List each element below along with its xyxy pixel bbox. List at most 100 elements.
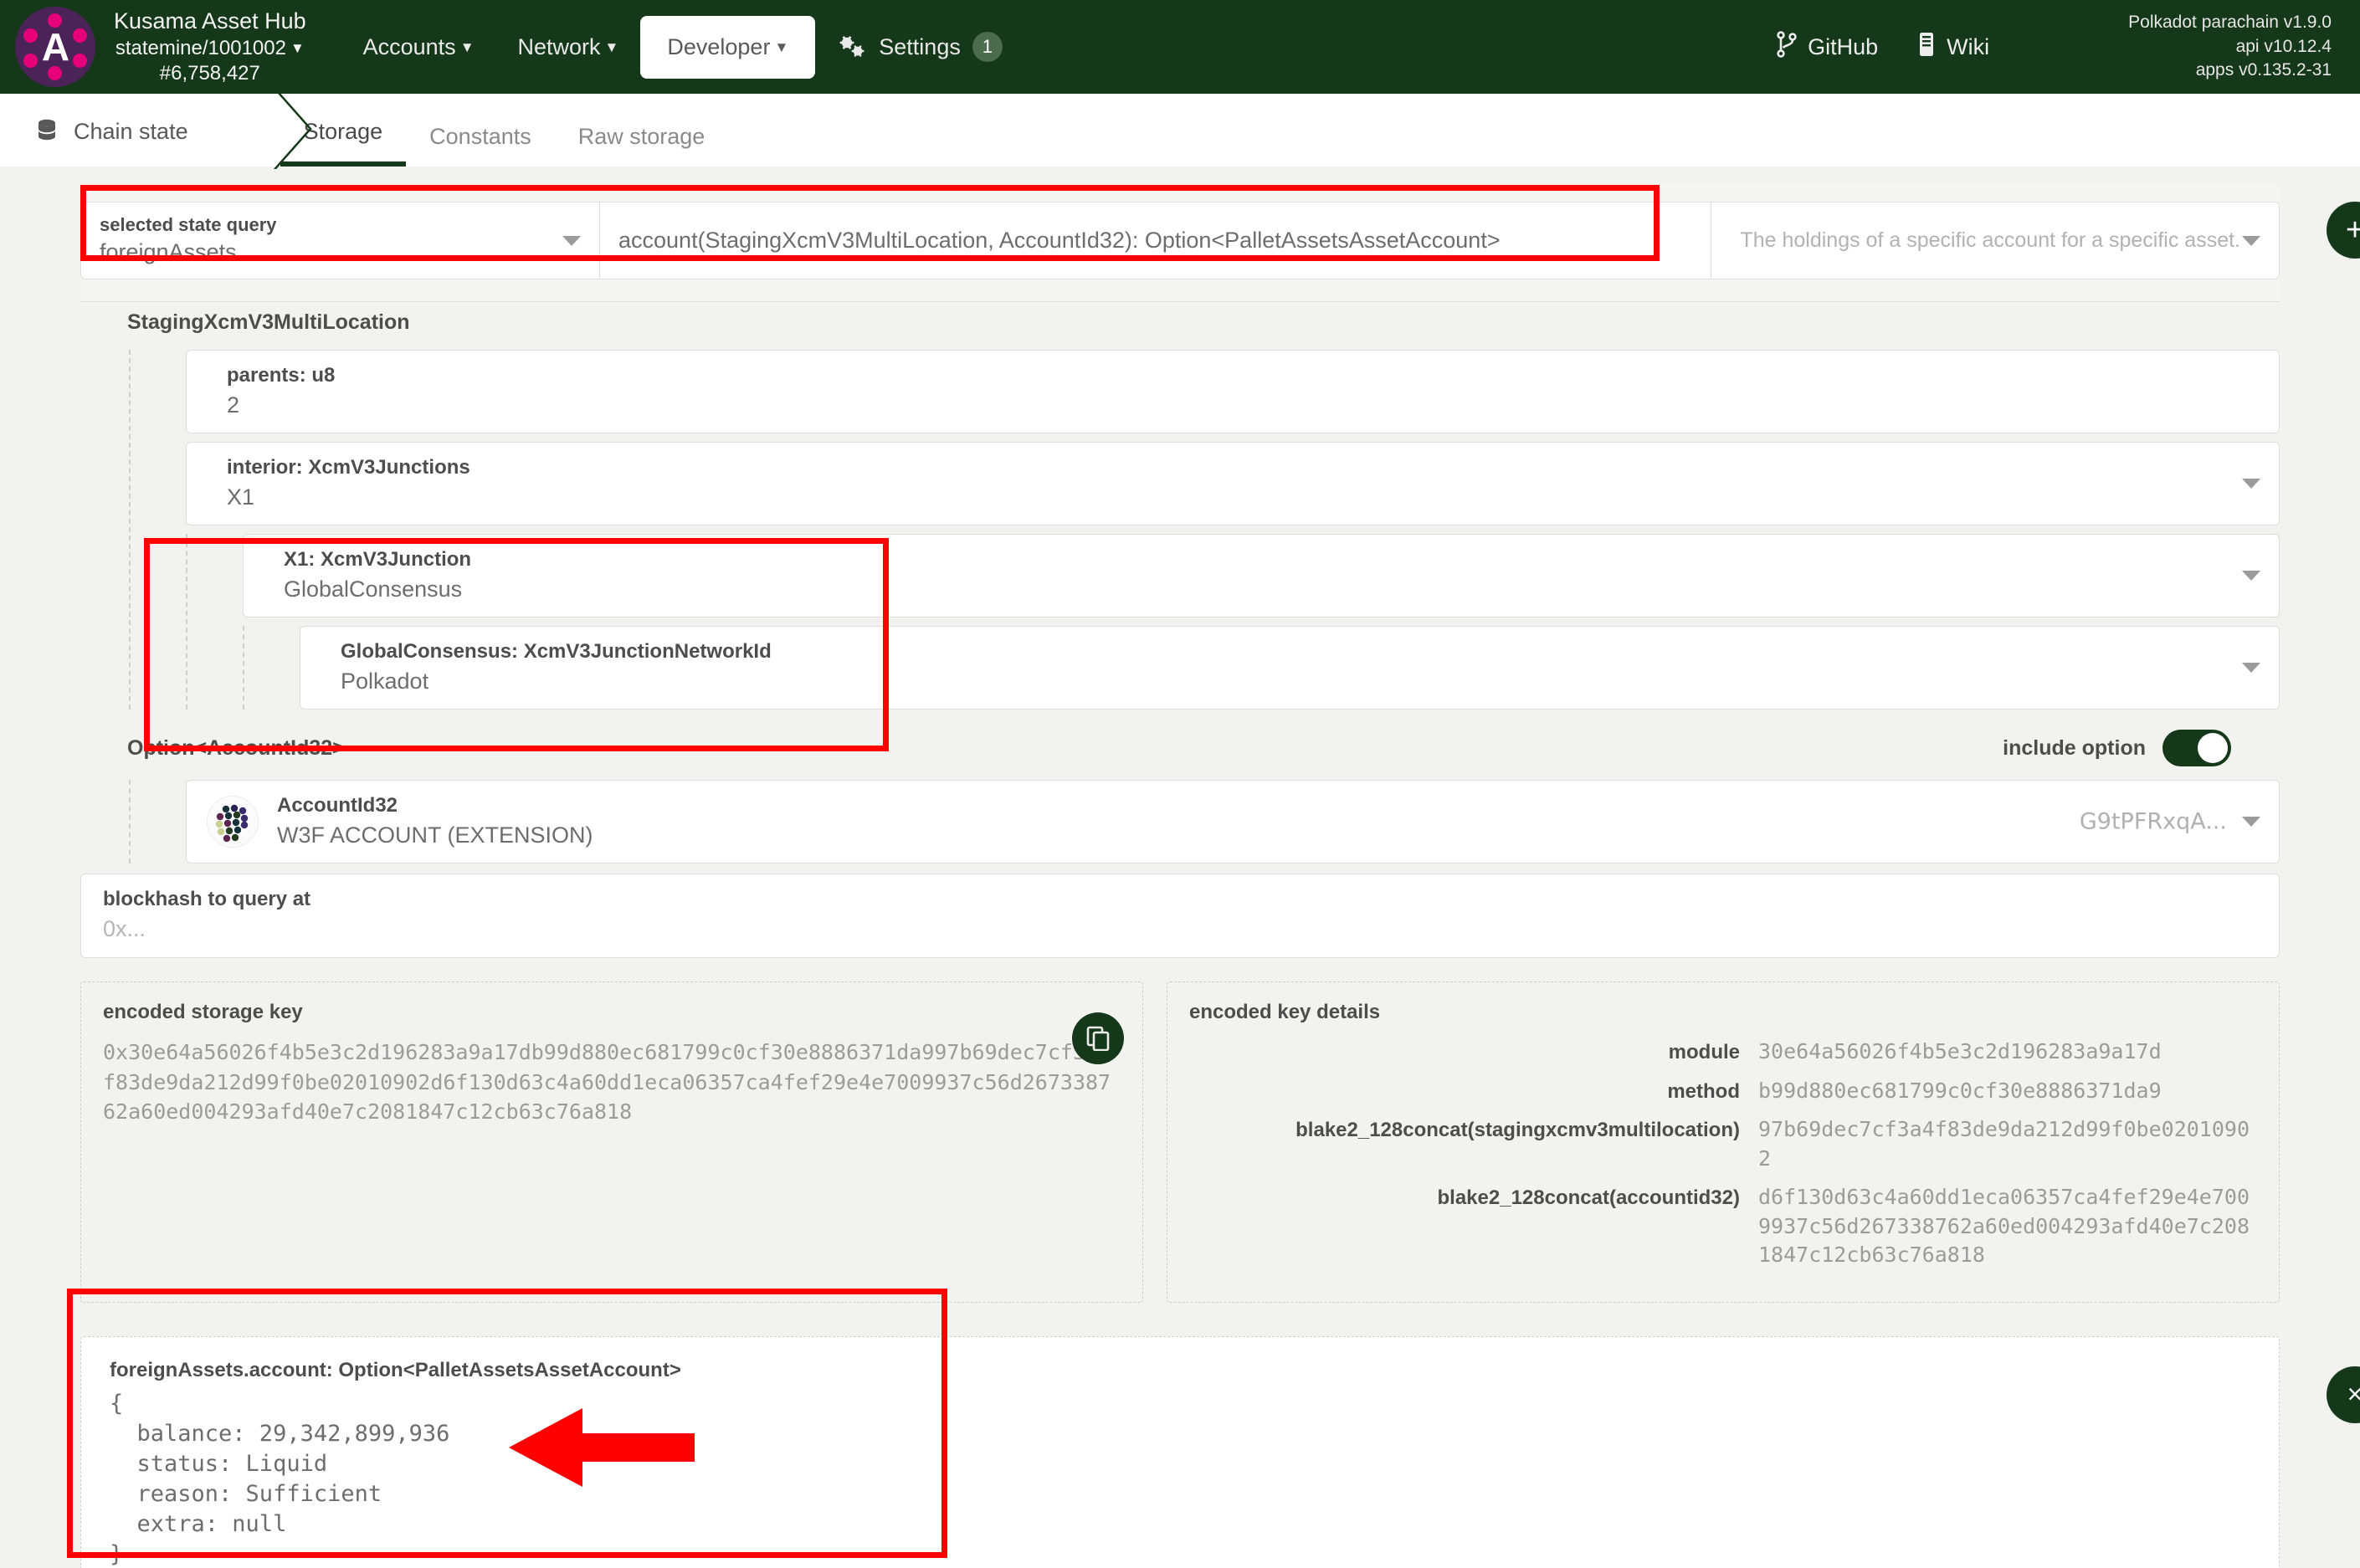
param-title: AccountId32 — [277, 794, 2229, 817]
param-value: X1 — [227, 484, 2229, 510]
method-select[interactable]: account(StagingXcmV3MultiLocation, Accou… — [599, 202, 1711, 279]
param-global-consensus[interactable]: GlobalConsensus: XcmV3JunctionNetworkId … — [300, 626, 2280, 710]
detail-value: 30e64a56026f4b5e3c2d196283a9a17d — [1758, 1038, 2162, 1067]
detail-row-module: module 30e64a56026f4b5e3c2d196283a9a17d — [1189, 1038, 2257, 1067]
param-title: parents: u8 — [227, 364, 2229, 387]
close-result-button[interactable]: × — [2327, 1366, 2360, 1423]
option-accountid-label: Option<AccountId32> include option — [80, 718, 2280, 771]
chain-block-number: #6,758,427 — [114, 61, 306, 87]
chevron-down-icon: ▼ — [460, 39, 475, 56]
nav-label: Accounts — [363, 34, 456, 59]
detail-value: d6f130d63c4a60dd1eca06357ca4fef29e4e7009… — [1758, 1183, 2257, 1270]
detail-label: blake2_128concat(stagingxcmv3multilocati… — [1189, 1115, 1758, 1142]
blockhash-label: blockhash to query at — [103, 888, 2260, 911]
encoded-section: encoded storage key 0x30e64a56026f4b5e3c… — [80, 981, 2280, 1303]
database-icon — [35, 118, 59, 145]
detail-row-multilocation: blake2_128concat(stagingxcmv3multilocati… — [1189, 1115, 2257, 1173]
result-code: { balance: 29,342,899,936 status: Liquid… — [110, 1389, 2254, 1568]
tab-constants[interactable]: Constants — [406, 124, 555, 167]
param-accountid32[interactable]: AccountId32 W3F ACCOUNT (EXTENSION) G9tP… — [186, 780, 2280, 863]
state-query-row: selected state query foreignAssets accou… — [80, 185, 2280, 301]
blockhash-placeholder: 0x... — [103, 916, 2260, 942]
settings-label: Settings — [879, 34, 961, 60]
chain-logo[interactable]: A — [15, 7, 95, 87]
encoded-key-details-box: encoded key details module 30e64a56026f4… — [1167, 981, 2280, 1303]
gear-icon — [837, 34, 867, 59]
git-branch-icon — [1776, 31, 1798, 64]
logo-dot — [73, 54, 87, 68]
detail-label: method — [1189, 1077, 1758, 1104]
description-value: The holdings of a specific account for a… — [1721, 228, 2279, 253]
param-value: W3F ACCOUNT (EXTENSION) — [277, 822, 2229, 848]
detail-row-method: method b99d880ec681799c0cf30e8886371da9 — [1189, 1077, 2257, 1106]
param-branch-level3: GlobalConsensus: XcmV3JunctionNetworkId … — [243, 626, 2280, 710]
nav-item-developer[interactable]: Developer▼ — [640, 16, 815, 79]
chain-spec: statemine/1001002 — [115, 37, 286, 59]
chevron-down-icon: ▼ — [774, 39, 788, 56]
sub-navigation-bar: Chain state Storage Constants Raw storag… — [0, 94, 2360, 167]
avatar — [207, 796, 259, 848]
logo-letter: A — [42, 28, 69, 66]
nav-label: Developer — [667, 34, 770, 59]
account-address-short: G9tPFRxqA... — [2080, 809, 2227, 835]
param-branch-account: AccountId32 W3F ACCOUNT (EXTENSION) G9tP… — [129, 780, 2280, 863]
book-icon — [1916, 31, 1937, 64]
query-result-section: foreignAssets.account: Option<PalletAsse… — [80, 1336, 2280, 1568]
chevron-down-icon — [2242, 236, 2260, 246]
storage-tabs: Storage Constants Raw storage — [280, 119, 729, 167]
method-description[interactable]: The holdings of a specific account for a… — [1711, 202, 2280, 279]
nav-item-settings[interactable]: Settings 1 — [837, 32, 1003, 62]
version-info: Polkadot parachain v1.9.0 api v10.12.4 a… — [2128, 11, 2332, 82]
logo-dot — [23, 28, 38, 43]
param-value: 2 — [227, 392, 2229, 418]
blockhash-input[interactable]: blockhash to query at 0x... — [80, 874, 2280, 958]
include-option-toggle[interactable] — [2162, 730, 2231, 766]
nav-item-accounts[interactable]: Accounts▼ — [341, 23, 496, 72]
main-content: selected state query foreignAssets accou… — [0, 185, 2360, 1568]
detail-value: 97b69dec7cf3a4f83de9da212d99f0be02010902 — [1758, 1115, 2257, 1173]
github-label: GitHub — [1808, 34, 1878, 60]
copy-icon[interactable] — [1072, 1012, 1124, 1064]
include-option-control: include option — [2003, 730, 2280, 766]
encoded-key-title: encoded storage key — [103, 1001, 1121, 1024]
detail-row-accountid32: blake2_128concat(accountid32) d6f130d63c… — [1189, 1183, 2257, 1270]
option-label-text: Option<AccountId32> — [127, 736, 345, 761]
module-select[interactable]: selected state query foreignAssets — [80, 202, 599, 279]
version-api: api v10.12.4 — [2128, 35, 2332, 59]
param-x1[interactable]: X1: XcmV3Junction GlobalConsensus — [243, 534, 2280, 617]
param-interior[interactable]: interior: XcmV3Junctions X1 — [186, 442, 2280, 525]
add-query-button[interactable]: + — [2327, 202, 2360, 259]
chevron-down-icon: ▼ — [605, 39, 619, 56]
version-chain: Polkadot parachain v1.9.0 — [2128, 11, 2332, 34]
param-value: Polkadot — [341, 669, 2229, 694]
param-branch-level1: parents: u8 2 interior: XcmV3Junctions X… — [129, 350, 2280, 710]
breadcrumb-label: Chain state — [74, 119, 188, 145]
encoded-details-title: encoded key details — [1189, 1001, 2257, 1024]
detail-label: blake2_128concat(accountid32) — [1189, 1183, 1758, 1210]
logo-dot — [73, 28, 87, 43]
include-option-label: include option — [2003, 736, 2146, 761]
detail-value: b99d880ec681799c0cf30e8886371da9 — [1758, 1077, 2162, 1106]
wiki-label: Wiki — [1947, 34, 1989, 60]
method-value: account(StagingXcmV3MultiLocation, Accou… — [600, 228, 1539, 254]
detail-label: module — [1189, 1038, 1758, 1064]
nav-item-network[interactable]: Network▼ — [496, 23, 641, 72]
chain-name: Kusama Asset Hub — [114, 7, 306, 36]
state-query-panel: selected state query foreignAssets accou… — [80, 185, 2280, 302]
chevron-down-icon[interactable]: ▼ — [290, 39, 305, 58]
github-link[interactable]: GitHub — [1776, 31, 1878, 64]
chevron-down-icon — [2242, 817, 2260, 827]
tab-raw-storage[interactable]: Raw storage — [555, 124, 729, 167]
encoded-storage-key-box: encoded storage key 0x30e64a56026f4b5e3c… — [80, 981, 1143, 1303]
header-right-links: GitHub Wiki Polkadot parachain v1.9.0 ap… — [1776, 11, 2332, 82]
main-nav: Accounts▼ Network▼ Developer▼ — [341, 16, 1003, 79]
param-branch-level2: X1: XcmV3Junction GlobalConsensus Global… — [186, 534, 2280, 710]
param-parents[interactable]: parents: u8 2 — [186, 350, 2280, 433]
breadcrumb-separator-icon — [249, 89, 332, 169]
query-label: selected state query — [81, 202, 599, 238]
chevron-down-icon — [2242, 479, 2260, 489]
toggle-knob — [2198, 733, 2228, 763]
encoded-key-value: 0x30e64a56026f4b5e3c2d196283a9a17db99d88… — [103, 1038, 1121, 1127]
chain-selector[interactable]: Kusama Asset Hub statemine/1001002▼ #6,7… — [114, 7, 306, 87]
wiki-link[interactable]: Wiki — [1916, 31, 1989, 64]
